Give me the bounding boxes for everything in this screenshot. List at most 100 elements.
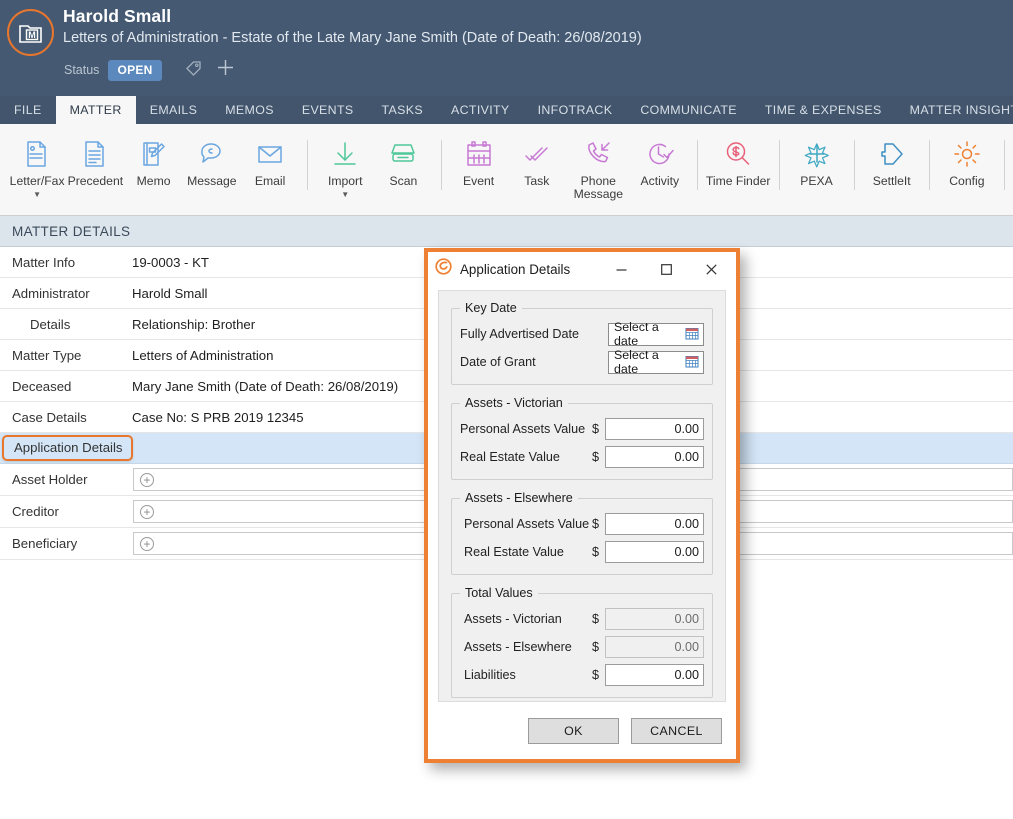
ribbon-button-event[interactable]: Event: [449, 124, 507, 188]
ribbon-button-message[interactable]: Message: [183, 124, 241, 188]
currency-input[interactable]: 0.00: [605, 446, 704, 468]
tab-infotrack[interactable]: INFOTRACK: [524, 96, 627, 124]
currency-symbol: $: [592, 450, 600, 464]
field-row: Real Estate Value $0.00: [460, 443, 704, 471]
tag-icon[interactable]: [185, 60, 203, 81]
field-label: Date of Grant: [460, 355, 536, 369]
tab-memos[interactable]: MEMOS: [211, 96, 288, 124]
ribbon-separator: [778, 140, 780, 190]
field-row: Liabilities $0.00: [460, 661, 704, 689]
tab-activity[interactable]: ACTIVITY: [437, 96, 524, 124]
tab-events[interactable]: EVENTS: [288, 96, 368, 124]
currency-symbol: $: [592, 517, 600, 531]
ribbon-button-letter-fax[interactable]: Letter/Fax ▼: [8, 124, 66, 199]
application-window: M Harold Small Letters of Administration…: [0, 0, 1013, 819]
time-finder-dollar-search-icon: [723, 135, 753, 173]
matter-detail-label: Deceased: [12, 378, 72, 394]
status-row: Status OPEN: [64, 59, 234, 81]
ribbon-button-precedent[interactable]: Precedent: [66, 124, 124, 188]
matter-detail-label: Details: [30, 316, 71, 332]
currency-input[interactable]: 0.00: [605, 664, 704, 686]
ribbon-button-phone-message[interactable]: Phone Message: [566, 124, 631, 201]
currency-symbol: $: [592, 545, 600, 559]
group-legend: Key Date: [465, 301, 517, 315]
svg-text:M: M: [28, 30, 36, 40]
tab-file[interactable]: FILE: [0, 96, 56, 124]
message-bubble-icon: [197, 135, 227, 173]
ribbon-button-label: Event: [463, 174, 495, 188]
date-placeholder: Select a date: [614, 348, 659, 376]
matter-detail-value: Relationship: Brother: [132, 316, 256, 332]
add-tag-plus-icon[interactable]: [217, 59, 234, 81]
ribbon-button-label: Activity: [640, 174, 680, 188]
group-key-date: Key Date Fully Advertised Date Select a da…: [451, 301, 713, 385]
currency-input[interactable]: 0.00: [605, 418, 704, 440]
ribbon-button-task[interactable]: Task: [508, 124, 566, 188]
ribbon-button-activity[interactable]: Activity: [631, 124, 689, 188]
currency-input[interactable]: 0.00: [605, 513, 704, 535]
maximize-icon[interactable]: [644, 252, 689, 286]
field-row: Real Estate Value $0.00: [460, 538, 704, 566]
window-controls: [599, 252, 734, 286]
ribbon-button-label: Message: [187, 174, 237, 188]
ribbon-button-pexa[interactable]: PEXA: [787, 124, 845, 188]
ribbon-button-label: Time Finder: [705, 174, 771, 188]
matter-detail-label: Matter Type: [12, 347, 82, 363]
ribbon-button-scan[interactable]: Scan: [374, 124, 432, 188]
tab-communicate[interactable]: COMMUNICATE: [626, 96, 751, 124]
import-download-icon: [330, 135, 360, 173]
date-picker-input[interactable]: Select a date: [608, 320, 704, 348]
calendar-picker-icon[interactable]: [685, 354, 699, 371]
ribbon-button-label: Import: [327, 174, 363, 188]
dialog-title-bar[interactable]: Application Details: [428, 252, 736, 286]
field-label: Liabilities: [464, 668, 516, 682]
field-row: Assets - Victorian $0.00: [460, 605, 704, 633]
ribbon-button-config[interactable]: Config: [938, 124, 996, 188]
matter-details-section-header: MATTER DETAILS: [0, 216, 1013, 247]
ribbon-button-memo[interactable]: Memo: [124, 124, 182, 188]
ok-button[interactable]: OK: [528, 717, 619, 744]
precedent-document-icon: [80, 135, 110, 173]
currency-symbol: $: [592, 612, 600, 626]
matter-detail-value: Harold Small: [132, 285, 208, 301]
ribbon-button-settleit[interactable]: SettleIt: [863, 124, 921, 188]
chevron-down-icon[interactable]: ▼: [33, 190, 41, 199]
cancel-button[interactable]: CANCEL: [631, 717, 722, 744]
ribbon-button-time-finder[interactable]: Time Finder: [706, 124, 771, 188]
ribbon-separator: [440, 140, 442, 190]
tab-time-expenses[interactable]: TIME & EXPENSES: [751, 96, 896, 124]
field-label: Real Estate Value: [464, 545, 564, 559]
currency-input[interactable]: 0.00: [605, 541, 704, 563]
currency-symbol: $: [592, 668, 600, 682]
matter-detail-label: Creditor: [12, 504, 59, 519]
date-picker-input[interactable]: Select a date: [608, 348, 704, 376]
ribbon-button-label: Precedent: [67, 174, 124, 188]
field-label: Personal Assets Value: [460, 422, 586, 436]
ribbon-button-email[interactable]: Email: [241, 124, 299, 188]
tab-matter-insights[interactable]: MATTER INSIGHTS: [896, 96, 1013, 124]
calendar-picker-icon[interactable]: [685, 326, 699, 343]
ribbon-button-import[interactable]: Import ▼: [316, 124, 374, 199]
matter-detail-value: Mary Jane Smith (Date of Death: 26/08/20…: [132, 378, 399, 394]
matter-detail-label: Application Details: [2, 435, 133, 461]
matter-detail-label: Beneficiary: [12, 536, 78, 551]
close-icon[interactable]: [689, 252, 734, 286]
plus-circle-icon[interactable]: +: [140, 504, 154, 519]
group-assets-elsewhere: Assets - Elsewhere Personal Assets Value $…: [451, 491, 713, 575]
chevron-down-icon[interactable]: ▼: [341, 190, 349, 199]
field-row: Personal Assets Value $0.00: [460, 415, 704, 443]
field-label: Assets - Victorian: [464, 612, 562, 626]
group-assets-victorian: Assets - Victorian Personal Assets Value $…: [451, 396, 713, 480]
tab-emails[interactable]: EMAILS: [136, 96, 212, 124]
matter-folder-m-icon: M: [7, 9, 54, 56]
minimize-icon[interactable]: [599, 252, 644, 286]
status-badge[interactable]: OPEN: [108, 59, 162, 81]
tab-tasks[interactable]: TASKS: [368, 96, 437, 124]
group-total-values: Total Values Assets - Victorian $0.00 Asset…: [451, 586, 713, 698]
tab-matter[interactable]: MATTER: [55, 96, 136, 124]
pexa-star-icon: [802, 135, 832, 173]
plus-circle-icon[interactable]: +: [140, 536, 154, 551]
application-details-dialog: Application Details Key Date Fully Advert…: [424, 248, 740, 763]
plus-circle-icon[interactable]: +: [140, 472, 154, 487]
ribbon-separator: [696, 140, 698, 190]
